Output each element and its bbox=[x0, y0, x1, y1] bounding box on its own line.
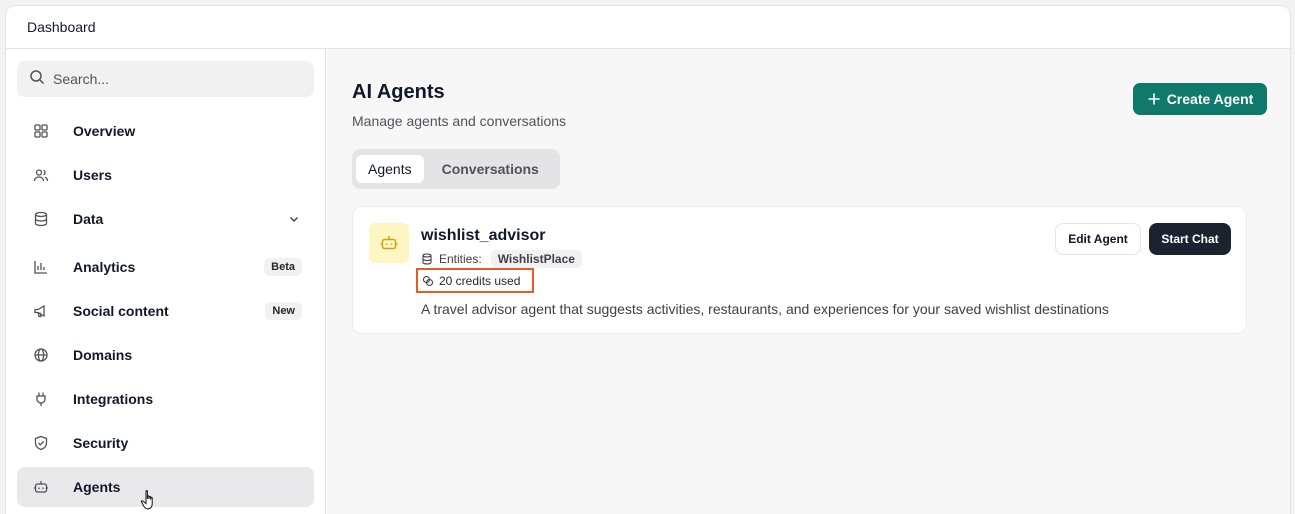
tab-agents[interactable]: Agents bbox=[356, 155, 424, 183]
sidebar-item-analytics[interactable]: Analytics Beta bbox=[17, 247, 314, 287]
create-agent-button[interactable]: Create Agent bbox=[1133, 83, 1267, 115]
main-content: AI Agents Manage agents and conversation… bbox=[327, 49, 1290, 514]
bar-chart-icon bbox=[33, 259, 49, 275]
database-icon bbox=[422, 253, 432, 265]
agent-entities: Entities: WishlistPlace bbox=[421, 250, 582, 268]
new-badge: New bbox=[265, 302, 302, 320]
app-window: Dashboard Overview Users Data Analytics … bbox=[5, 5, 1291, 514]
sidebar-item-users[interactable]: Users bbox=[17, 155, 314, 195]
search-box[interactable] bbox=[17, 61, 314, 97]
tab-list: Agents Conversations bbox=[352, 149, 560, 189]
top-bar: Dashboard bbox=[6, 6, 1290, 49]
sidebar-item-label: Analytics bbox=[73, 259, 136, 275]
search-input[interactable] bbox=[53, 71, 293, 87]
sidebar: Overview Users Data Analytics Beta Socia… bbox=[6, 49, 326, 514]
entity-tag: WishlistPlace bbox=[490, 250, 582, 268]
plus-icon bbox=[1148, 93, 1160, 105]
sidebar-item-label: Integrations bbox=[73, 391, 154, 407]
sidebar-item-label: Agents bbox=[73, 479, 121, 495]
sidebar-item-social-content[interactable]: Social content New bbox=[17, 291, 314, 331]
globe-icon bbox=[33, 347, 49, 363]
users-icon bbox=[33, 167, 49, 183]
sidebar-item-integrations[interactable]: Integrations bbox=[17, 379, 314, 419]
main-subtitle: Manage agents and conversations bbox=[352, 113, 567, 129]
grid-icon bbox=[33, 123, 49, 139]
sidebar-item-label: Security bbox=[73, 435, 129, 451]
entities-label: Entities: bbox=[439, 252, 482, 266]
sidebar-item-label: Domains bbox=[73, 347, 133, 363]
start-chat-button[interactable]: Start Chat bbox=[1149, 223, 1231, 255]
credits-used-highlight: 20 credits used bbox=[416, 268, 534, 293]
bot-icon bbox=[33, 479, 49, 495]
create-agent-label: Create Agent bbox=[1166, 91, 1254, 107]
hand-cursor-icon bbox=[140, 490, 153, 510]
tab-conversations[interactable]: Conversations bbox=[430, 155, 551, 183]
agent-avatar bbox=[369, 223, 409, 263]
sidebar-item-label: Social content bbox=[73, 303, 169, 319]
edit-agent-button[interactable]: Edit Agent bbox=[1055, 223, 1141, 255]
beta-badge: Beta bbox=[264, 258, 302, 276]
sidebar-item-agents[interactable]: Agents bbox=[17, 467, 314, 507]
sidebar-item-label: Data bbox=[73, 211, 104, 227]
credits-used: 20 credits used bbox=[439, 273, 521, 288]
search-icon bbox=[29, 69, 45, 90]
coins-icon bbox=[422, 275, 434, 286]
page-title: Dashboard bbox=[27, 19, 96, 35]
megaphone-icon bbox=[33, 303, 49, 319]
agent-description: A travel advisor agent that suggests act… bbox=[421, 301, 1109, 317]
agent-card: wishlist_advisor Entities: WishlistPlace… bbox=[352, 206, 1247, 334]
sidebar-item-domains[interactable]: Domains bbox=[17, 335, 314, 375]
shield-icon bbox=[33, 435, 49, 451]
main-title: AI Agents bbox=[352, 81, 445, 103]
chevron-down-icon[interactable] bbox=[288, 213, 300, 225]
bot-icon bbox=[380, 236, 398, 250]
sidebar-item-overview[interactable]: Overview bbox=[17, 111, 314, 151]
sidebar-item-security[interactable]: Security bbox=[17, 423, 314, 463]
database-icon bbox=[33, 211, 49, 227]
sidebar-item-label: Overview bbox=[73, 123, 136, 139]
agent-name: wishlist_advisor bbox=[421, 227, 546, 244]
sidebar-item-label: Users bbox=[73, 167, 112, 183]
sidebar-item-data[interactable]: Data bbox=[17, 199, 314, 239]
plug-icon bbox=[33, 391, 49, 407]
